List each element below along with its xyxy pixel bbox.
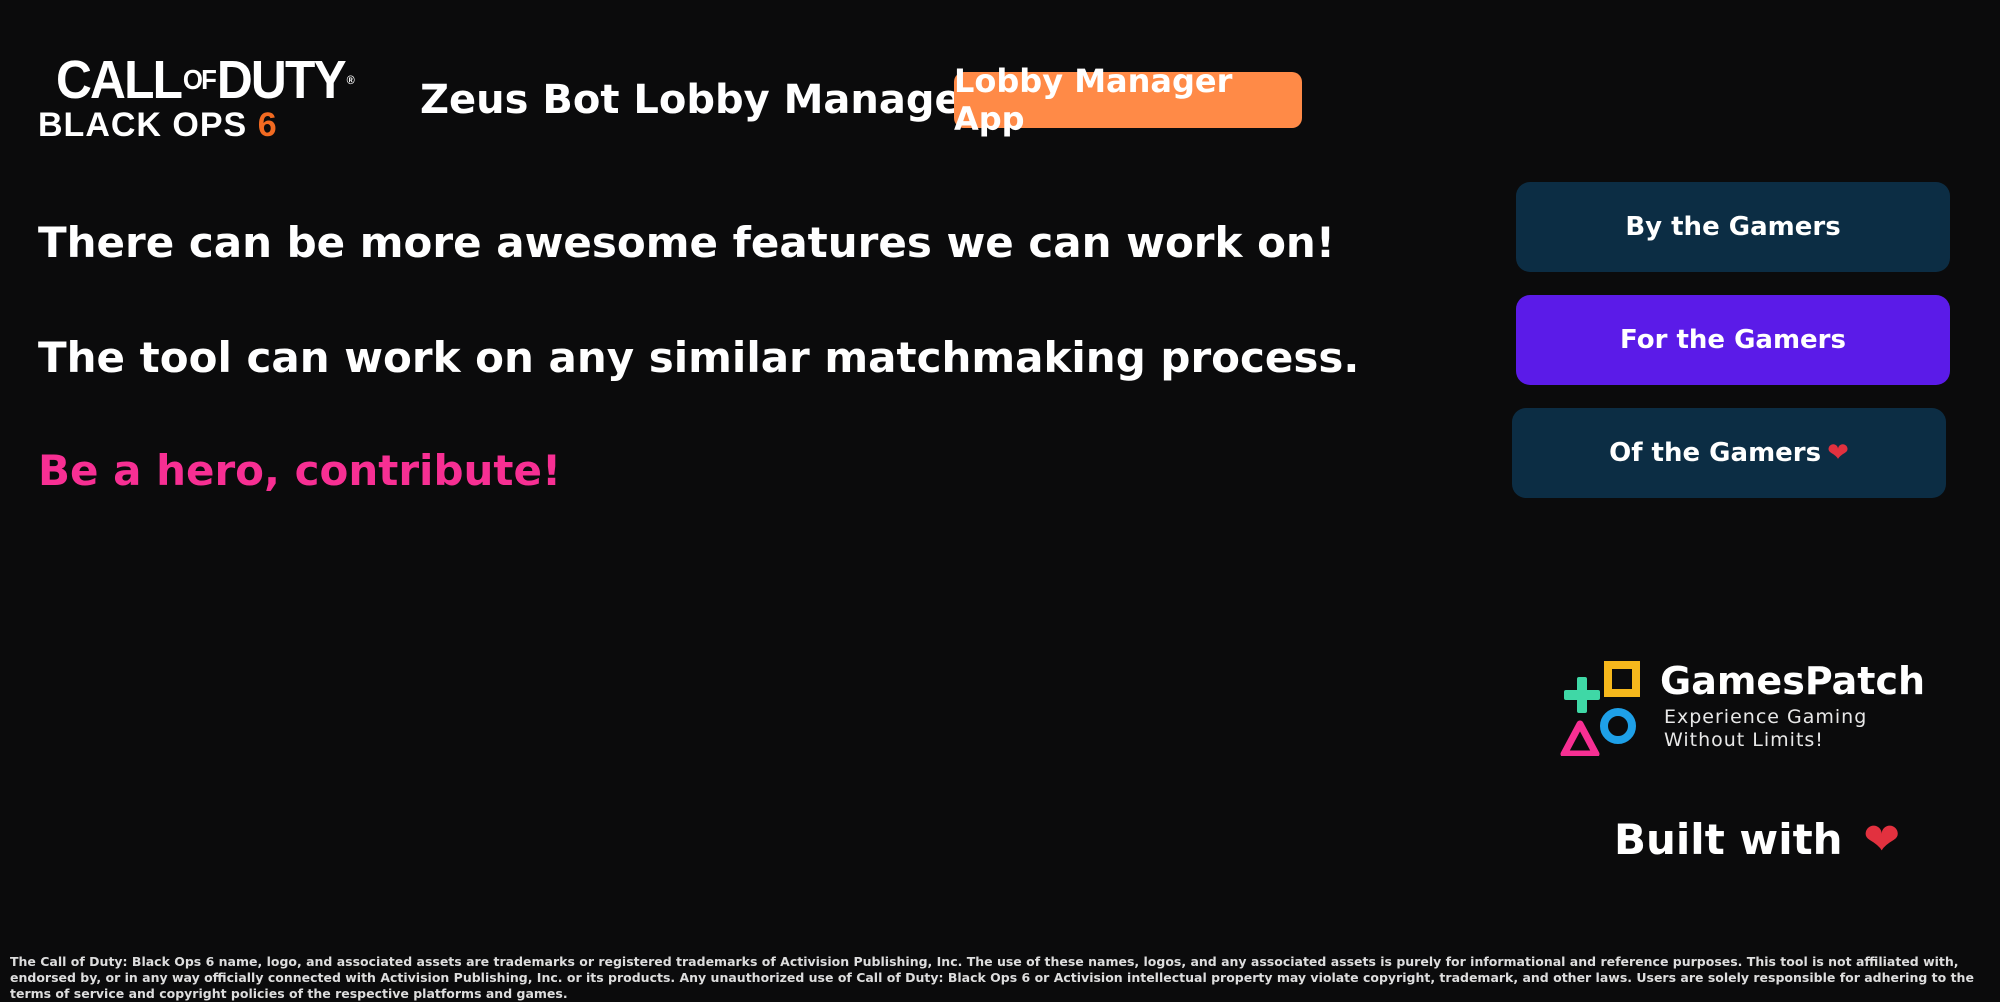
plus-shape-vertical (1577, 677, 1587, 713)
app-title: Zeus Bot Lobby Manager (420, 77, 982, 123)
logo-of: OF (182, 64, 217, 95)
for-the-gamers-label: For the Gamers (1620, 325, 1846, 355)
logo-line-1: CALLOFDUTY ® (56, 50, 355, 110)
for-the-gamers-button[interactable]: For the Gamers (1516, 295, 1950, 385)
features-text: There can be more awesome features we ca… (38, 218, 1335, 267)
of-the-gamers-label: Of the Gamers (1609, 438, 1822, 468)
logo-duty: DUTY (216, 50, 347, 110)
triangle-shape (1560, 720, 1600, 756)
by-the-gamers-label: By the Gamers (1625, 212, 1841, 242)
gamespatch-tagline: Experience Gaming Without Limits! (1664, 706, 1867, 752)
heart-icon: ❤ (1863, 814, 1901, 865)
logo-black-ops: BLACK OPS (38, 106, 258, 144)
built-with-label: Built with (1614, 815, 1843, 864)
square-shape (1604, 661, 1640, 697)
gamespatch-brand-name: GamesPatch (1660, 659, 1926, 703)
lobby-manager-app-badge[interactable]: Lobby Manager App (954, 62, 1302, 138)
tagline-line-2: Without Limits! (1664, 729, 1824, 751)
circle-shape (1600, 708, 1636, 744)
built-with-text: Built with ❤ (1614, 812, 1900, 868)
of-the-gamers-button[interactable]: Of the Gamers ❤ (1512, 408, 1946, 498)
logo-call: CALL (56, 50, 183, 110)
call-of-duty-black-ops-6-logo: CALLOFDUTY ® BLACK OPS 6 (38, 50, 358, 143)
heart-icon: ❤ (1827, 438, 1849, 468)
logo-line-2: BLACK OPS 6 (38, 107, 278, 143)
contribute-text: Be a hero, contribute! (38, 446, 562, 495)
logo-registered-mark: ® (346, 73, 355, 87)
gamespatch-logo-icon (1560, 661, 1640, 756)
logo-six: 6 (257, 106, 278, 144)
trademark-disclaimer: The Call of Duty: Black Ops 6 name, logo… (10, 954, 1974, 1001)
tagline-line-1: Experience Gaming (1664, 706, 1868, 728)
matchmaking-text: The tool can work on any similar matchma… (38, 333, 1360, 382)
by-the-gamers-button[interactable]: By the Gamers (1516, 182, 1950, 272)
